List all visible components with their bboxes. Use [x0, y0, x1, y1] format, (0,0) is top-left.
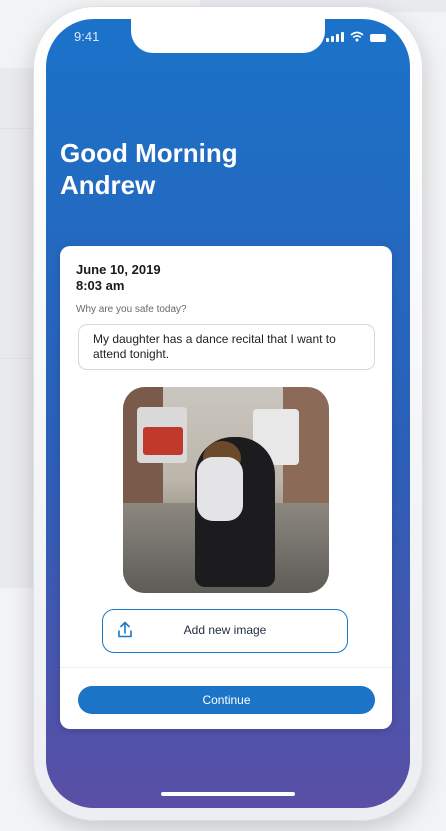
phone-screen: 9:41 Good Morning Andrew June 10, 2019 8…	[46, 19, 410, 808]
greeting-user-name: Andrew	[60, 170, 156, 200]
checkin-card: June 10, 2019 8:03 am Why are you safe t…	[60, 246, 392, 729]
battery-icon	[370, 34, 386, 42]
signal-icon	[326, 32, 344, 42]
entry-date: June 10, 2019	[76, 262, 161, 277]
wifi-icon	[350, 31, 364, 42]
phone-notch	[131, 19, 325, 53]
add-image-button[interactable]: Add new image	[102, 609, 348, 653]
greeting-line: Good Morning	[60, 138, 238, 168]
phone-frame: 9:41 Good Morning Andrew June 10, 2019 8…	[33, 6, 423, 821]
attached-photo[interactable]	[123, 387, 329, 593]
status-time: 9:41	[74, 29, 100, 44]
entry-time: 8:03 am	[76, 278, 125, 293]
photo-truck	[143, 427, 183, 455]
status-icons	[326, 31, 386, 42]
home-indicator[interactable]	[161, 792, 295, 796]
card-divider	[60, 667, 392, 668]
safety-question: Why are you safe today?	[76, 304, 187, 315]
add-image-label: Add new image	[183, 623, 267, 637]
photo-child	[197, 457, 243, 521]
greeting-title: Good Morning Andrew	[60, 137, 360, 201]
entry-datetime: June 10, 2019 8:03 am	[76, 262, 161, 294]
answer-input[interactable]: My daughter has a dance recital that I w…	[78, 324, 375, 370]
continue-button[interactable]: Continue	[78, 686, 375, 714]
